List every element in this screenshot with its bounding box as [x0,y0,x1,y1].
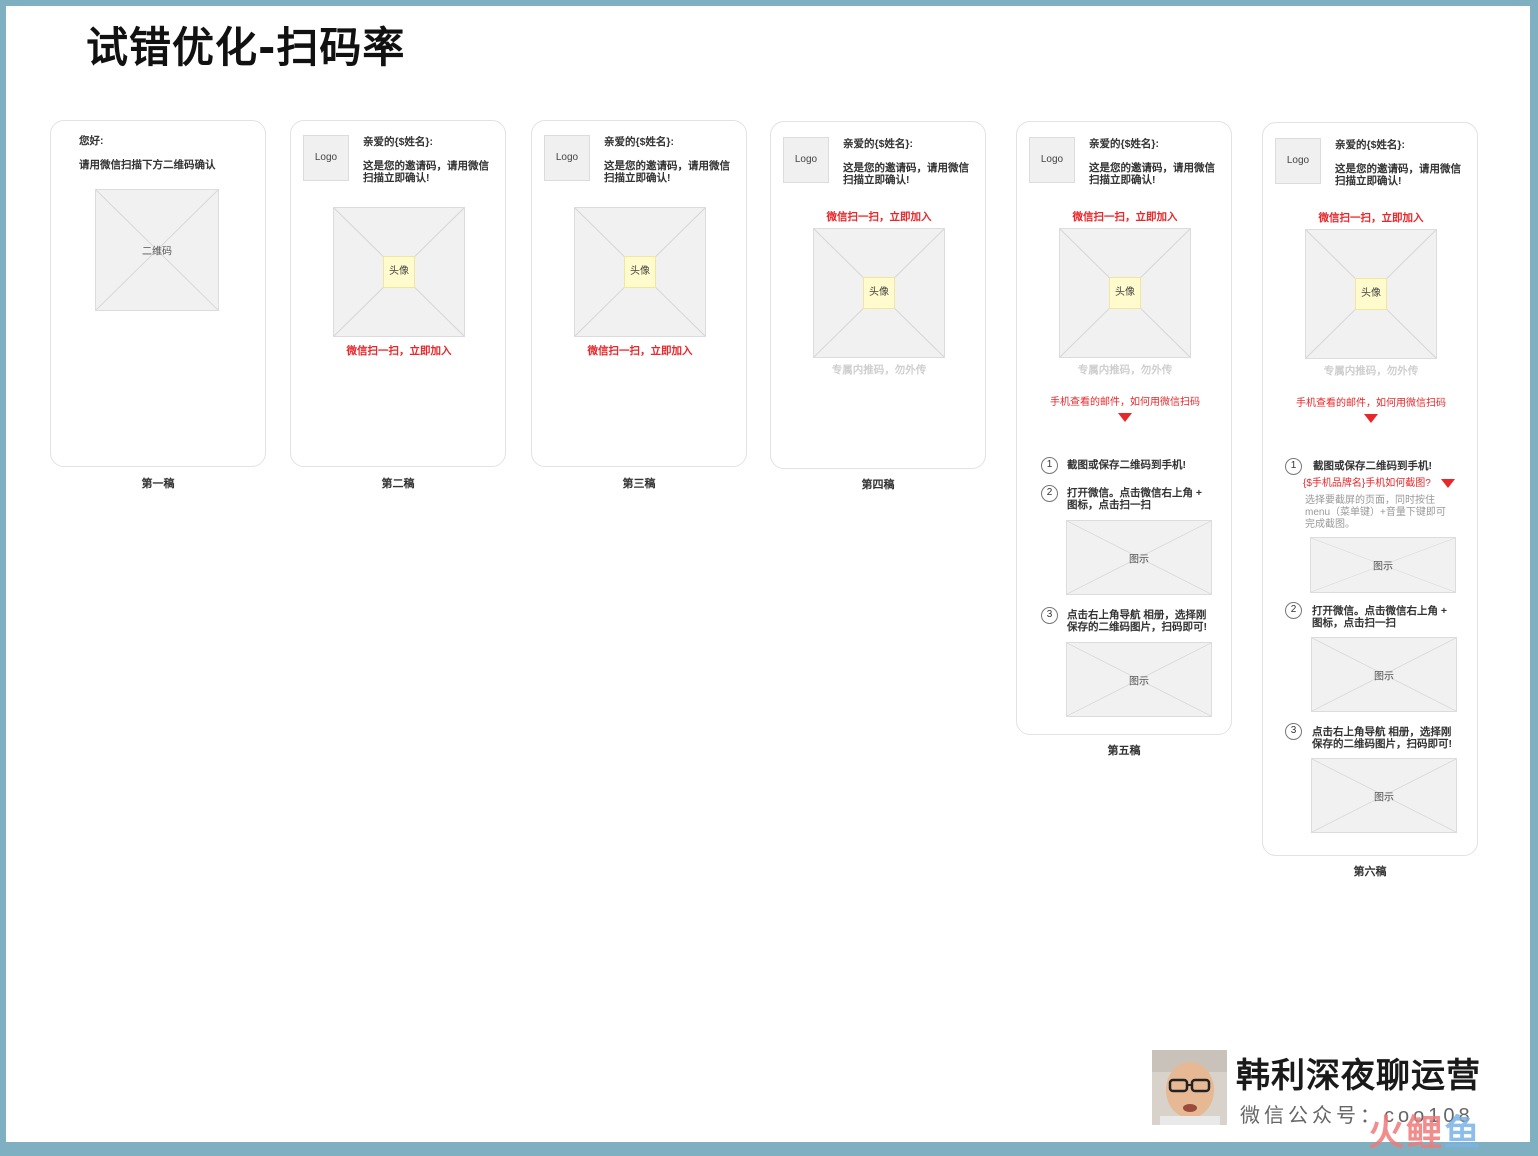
draft-5-card: Logo 亲爱的{$姓名}: 这是您的邀请码，请用微信 扫描立即确认! 微信扫一… [1016,121,1232,735]
figure-placeholder: 图示 [1310,537,1456,593]
brand-name: 韩利深夜聊运营 [1236,1056,1481,1096]
step-3-badge: 3 [1041,607,1058,624]
page-title: 试错优化-扫码率 [86,23,406,72]
greeting-text: 亲爱的{$姓名}: [843,138,914,150]
instruction-text: 请用微信扫描下方二维码确认 [79,159,216,171]
qr-code-placeholder: 头像 [333,207,465,337]
cta-text: 微信扫一扫，立即加入 [826,211,932,223]
invite-text-line2: 扫描立即确认! [604,172,671,184]
greeting-text: 您好: [79,135,104,147]
figure-label: 图示 [1129,676,1149,687]
slide-canvas: 试错优化-扫码率 您好: 请用微信扫描下方二维码确认 二维码 第一稿 Logo … [6,6,1530,1153]
cta-text: 微信扫一扫，立即加入 [1072,211,1178,223]
step-3-badge: 3 [1285,723,1302,740]
cta-text: 微信扫一扫，立即加入 [587,345,693,357]
invite-text-line2: 扫描立即确认! [843,174,910,186]
avatar-placeholder: 头像 [863,277,895,309]
figure-label: 图示 [1373,561,1393,573]
figure-placeholder: 图示 [1066,520,1212,595]
logo-placeholder: Logo [783,137,829,183]
invite-text-line1: 这是您的邀请码，请用微信 [1335,163,1461,175]
screenshot-hint-line1: 选择要截屏的页面，同时按住 [1305,495,1435,506]
step-2-badge: 2 [1041,485,1058,502]
watermark-char-3: 鱼 [1444,1112,1483,1153]
screenshot-hint-line2: menu（菜单键）+音量下键即可 [1305,507,1446,518]
greeting-text: 亲爱的{$姓名}: [604,136,675,148]
step-2-badge: 2 [1285,602,1302,619]
qr-code-placeholder: 头像 [1059,228,1191,358]
figure-placeholder: 图示 [1066,642,1212,717]
step-2-text-line2: 图标，点击扫一扫 [1312,617,1396,629]
invite-text-line2: 扫描立即确认! [1335,175,1402,187]
figure-label: 图示 [1374,792,1394,803]
step-1-text: 截图或保存二维码到手机! [1313,460,1432,472]
qr-code-placeholder: 头像 [1305,229,1437,359]
avatar-placeholder: 头像 [1109,277,1141,309]
invite-text-line2: 扫描立即确认! [1089,174,1156,186]
exclusive-code-note: 专属内推码，勿外传 [831,364,927,376]
draft-6-caption: 第六稿 [1353,866,1387,878]
draft-4-caption: 第四稿 [861,479,895,491]
draft-2-card: Logo 亲爱的{$姓名}: 这是您的邀请码，请用微信 扫描立即确认! 头像 微… [290,120,506,467]
exclusive-code-note: 专属内推码，勿外传 [1323,365,1419,377]
logo-placeholder: Logo [1029,137,1075,183]
screenshot-question: {$手机品牌名}手机如何截图? [1303,478,1431,489]
avatar-placeholder: 头像 [1355,278,1387,310]
step-3-text-line1: 点击右上角导航 相册，选择刚 [1067,609,1207,621]
draft-6-card: Logo 亲爱的{$姓名}: 这是您的邀请码，请用微信 扫描立即确认! 微信扫一… [1262,122,1478,856]
greeting-text: 亲爱的{$姓名}: [1335,139,1406,151]
watermark-char-2: 鲤 [1406,1112,1445,1153]
figure-placeholder: 图示 [1311,637,1457,712]
draft-1-caption: 第一稿 [141,478,175,490]
qr-code-placeholder: 二维码 [95,189,219,311]
invite-text-line2: 扫描立即确认! [363,172,430,184]
qr-code-placeholder: 头像 [813,228,945,358]
figure-label: 图示 [1374,671,1394,682]
qr-code-label: 二维码 [142,246,172,258]
draft-5-caption: 第五稿 [1107,745,1141,757]
invite-text-line1: 这是您的邀请码，请用微信 [843,162,969,174]
watermark-char-1: 火 [1368,1112,1407,1153]
greeting-text: 亲爱的{$姓名}: [1089,138,1160,150]
exclusive-code-note: 专属内推码，勿外传 [1077,364,1173,376]
step-3-text-line1: 点击右上角导航 相册，选择刚 [1312,726,1452,738]
watermark-logo: 火鲤鱼 [1368,1104,1482,1156]
logo-placeholder: Logo [303,135,349,181]
invite-text-line1: 这是您的邀请码，请用微信 [1089,162,1215,174]
figure-placeholder: 图示 [1311,758,1457,833]
author-avatar-photo [1152,1050,1227,1125]
screenshot-hint-line3: 完成截图。 [1305,519,1355,530]
figure-label: 图示 [1129,554,1149,565]
avatar-placeholder: 头像 [624,256,656,288]
down-arrow-icon [1364,414,1378,423]
cta-text: 微信扫一扫，立即加入 [346,345,452,357]
down-arrow-icon [1441,479,1455,488]
step-2-text-line2: 图标，点击扫一扫 [1067,499,1151,511]
mobile-tip-text: 手机查看的邮件，如何用微信扫码 [1296,398,1446,409]
step-2-text-line1: 打开微信。点击微信右上角 + [1067,487,1203,499]
down-arrow-icon [1118,413,1132,422]
draft-3-caption: 第三稿 [622,478,656,490]
avatar-placeholder: 头像 [383,256,415,288]
logo-placeholder: Logo [544,135,590,181]
step-1-badge: 1 [1041,457,1058,474]
greeting-text: 亲爱的{$姓名}: [363,136,434,148]
draft-2-caption: 第二稿 [381,478,415,490]
mobile-tip-text: 手机查看的邮件，如何用微信扫码 [1050,397,1200,408]
step-2-text-line1: 打开微信。点击微信右上角 + [1312,605,1448,617]
draft-4-card: Logo 亲爱的{$姓名}: 这是您的邀请码，请用微信 扫描立即确认! 微信扫一… [770,121,986,469]
step-3-text-line2: 保存的二维码图片，扫码即可! [1312,738,1452,750]
invite-text-line1: 这是您的邀请码，请用微信 [604,160,730,172]
draft-3-card: Logo 亲爱的{$姓名}: 这是您的邀请码，请用微信 扫描立即确认! 头像 微… [531,120,747,467]
qr-code-placeholder: 头像 [574,207,706,337]
step-3-text-line2: 保存的二维码图片，扫码即可! [1067,621,1207,633]
step-1-badge: 1 [1285,458,1302,475]
logo-placeholder: Logo [1275,138,1321,184]
draft-1-card: 您好: 请用微信扫描下方二维码确认 二维码 [50,120,266,467]
invite-text-line1: 这是您的邀请码，请用微信 [363,160,489,172]
cta-text: 微信扫一扫，立即加入 [1318,212,1424,224]
step-1-text: 截图或保存二维码到手机! [1067,459,1186,471]
